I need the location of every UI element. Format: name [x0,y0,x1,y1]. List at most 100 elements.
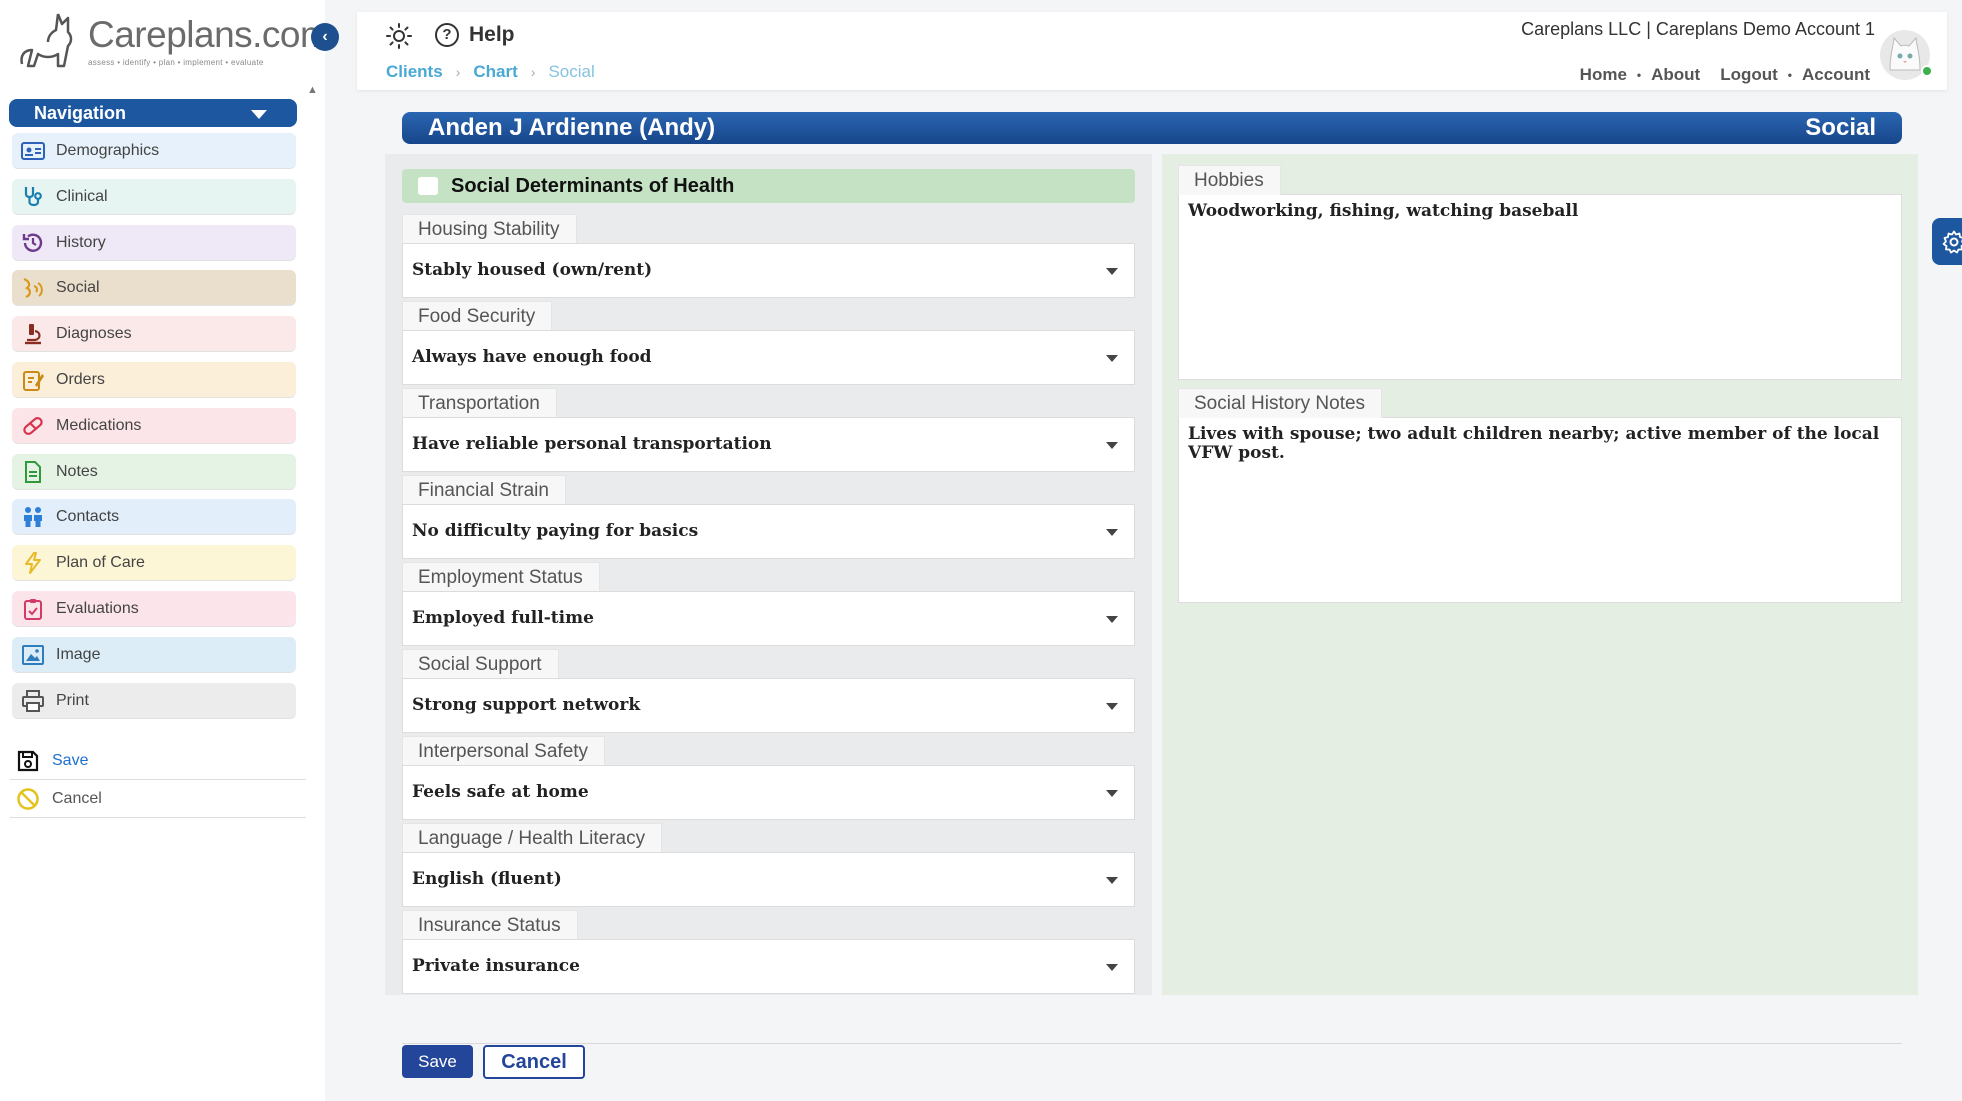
clipboard-edit-icon [20,368,46,392]
careplans-logo[interactable]: Careplans.com assess • identify • plan •… [18,10,331,72]
sdoh-header: Social Determinants of Health [402,169,1135,203]
transportation-select[interactable]: Have reliable personal transportation [402,417,1135,472]
sidebar-actions: Save Cancel [10,742,306,818]
select-value: Strong support network [412,695,641,715]
floppy-disk-icon [16,749,40,773]
notes-panel: Hobbies Woodworking, fishing, watching b… [1162,154,1918,995]
cancel-button[interactable]: Cancel [483,1045,585,1079]
navigation-list: Demographics Clinical History Social Dia… [12,133,296,728]
sidebar-collapse-button[interactable]: ‹ [311,23,339,51]
sdoh-title: Social Determinants of Health [451,175,735,197]
nav-item-label: Orders [56,370,105,388]
nav-item-diagnoses[interactable]: Diagnoses [12,316,296,353]
online-status-dot [1921,65,1933,77]
nav-item-history[interactable]: History [12,224,296,261]
nav-item-contacts[interactable]: Contacts [12,499,296,536]
help-link[interactable]: ? Help [435,23,515,47]
nav-item-demographics[interactable]: Demographics [12,133,296,169]
nav-item-plan-of-care[interactable]: Plan of Care [12,545,296,582]
dropdown-arrow-icon [1106,703,1118,710]
account-link[interactable]: Account [1802,65,1870,85]
nav-item-clinical[interactable]: Clinical [12,178,296,215]
field-label: Financial Strain [402,475,566,505]
sidebar: Careplans.com assess • identify • plan •… [0,0,331,1101]
sdoh-panel: Social Determinants of Health Housing St… [385,154,1152,995]
social-notes-textarea[interactable]: Lives with spouse; two adult children ne… [1178,417,1902,603]
caret-down-icon [251,110,267,119]
food-security-select[interactable]: Always have enough food [402,330,1135,385]
field-label: Social Support [402,649,559,679]
section-title: Social [1805,114,1876,141]
select-value: Stably housed (own/rent) [412,260,653,280]
select-value: Feels safe at home [412,782,589,802]
chevron-right-icon: › [455,64,461,80]
nav-item-label: History [56,233,106,251]
cancel-icon [16,787,40,811]
image-icon [20,643,46,667]
interpersonal-safety-select[interactable]: Feels safe at home [402,765,1135,820]
separator-dot: • [1787,68,1792,82]
id-card-icon [20,139,46,163]
select-value: Always have enough food [412,347,652,367]
field-label: Transportation [402,388,557,418]
nav-item-label: Plan of Care [56,554,145,572]
nav-item-notes[interactable]: Notes [12,453,296,490]
sidebar-cancel-button[interactable]: Cancel [10,780,306,818]
logout-link[interactable]: Logout [1720,65,1778,85]
cat-logo-icon [20,13,73,68]
nav-item-social[interactable]: Social [12,270,296,307]
separator-dot: • [1636,68,1642,82]
sidebar-save-button[interactable]: Save [10,742,306,780]
question-circle-icon: ? [435,23,459,47]
language-literacy-select[interactable]: English (fluent) [402,852,1135,907]
account-name: Careplans LLC | Careplans Demo Account 1 [1521,19,1875,39]
breadcrumb-chart[interactable]: Chart [473,62,517,82]
save-button[interactable]: Save [402,1045,473,1078]
insurance-status-select[interactable]: Private insurance [402,939,1135,994]
nav-item-label: Notes [56,462,98,480]
select-value: English (fluent) [412,869,562,889]
hobbies-label: Hobbies [1178,165,1281,195]
field-transportation: Transportation Have reliable personal tr… [402,388,1135,472]
scroll-up-arrow-icon[interactable]: ▲ [307,84,318,96]
nav-item-orders[interactable]: Orders [12,361,296,398]
breadcrumb-clients[interactable]: Clients [386,62,443,82]
dropdown-arrow-icon [1106,442,1118,449]
housing-stability-select[interactable]: Stably housed (own/rent) [402,243,1135,298]
navigation-header[interactable]: Navigation [9,99,297,127]
field-label: Food Security [402,301,553,331]
people-icon [20,505,46,529]
logo-text: Careplans.com [88,14,331,55]
nav-item-print[interactable]: Print [12,682,296,719]
home-link[interactable]: Home [1580,65,1627,85]
lightning-icon [20,551,46,575]
nav-item-image[interactable]: Image [12,636,296,673]
gear-icon [1942,230,1962,254]
toggle-checkbox[interactable] [418,177,438,195]
about-link[interactable]: About [1651,65,1700,85]
sun-icon[interactable] [385,22,413,50]
field-social-support: Social Support Strong support network [402,649,1135,733]
microscope-icon [20,322,46,346]
field-label: Interpersonal Safety [402,736,606,766]
footer-divider [402,1043,1902,1044]
select-value: No difficulty paying for basics [412,521,699,541]
field-label: Insurance Status [402,910,578,940]
settings-tab[interactable] [1932,218,1962,265]
nav-item-label: Image [56,645,101,663]
help-label: Help [469,23,515,46]
dropdown-arrow-icon [1106,616,1118,623]
social-support-select[interactable]: Strong support network [402,678,1135,733]
note-icon [20,460,46,484]
social-icon [20,276,46,300]
financial-strain-select[interactable]: No difficulty paying for basics [402,504,1135,559]
chevron-right-icon: › [530,64,536,80]
select-value: Have reliable personal transportation [412,434,772,454]
nav-item-medications[interactable]: Medications [12,407,296,444]
nav-item-evaluations[interactable]: Evaluations [12,590,296,627]
employment-status-select[interactable]: Employed full-time [402,591,1135,646]
field-financial-strain: Financial Strain No difficulty paying fo… [402,475,1135,559]
dropdown-arrow-icon [1106,790,1118,797]
nav-item-label: Diagnoses [56,325,132,343]
hobbies-textarea[interactable]: Woodworking, fishing, watching baseball [1178,194,1902,380]
